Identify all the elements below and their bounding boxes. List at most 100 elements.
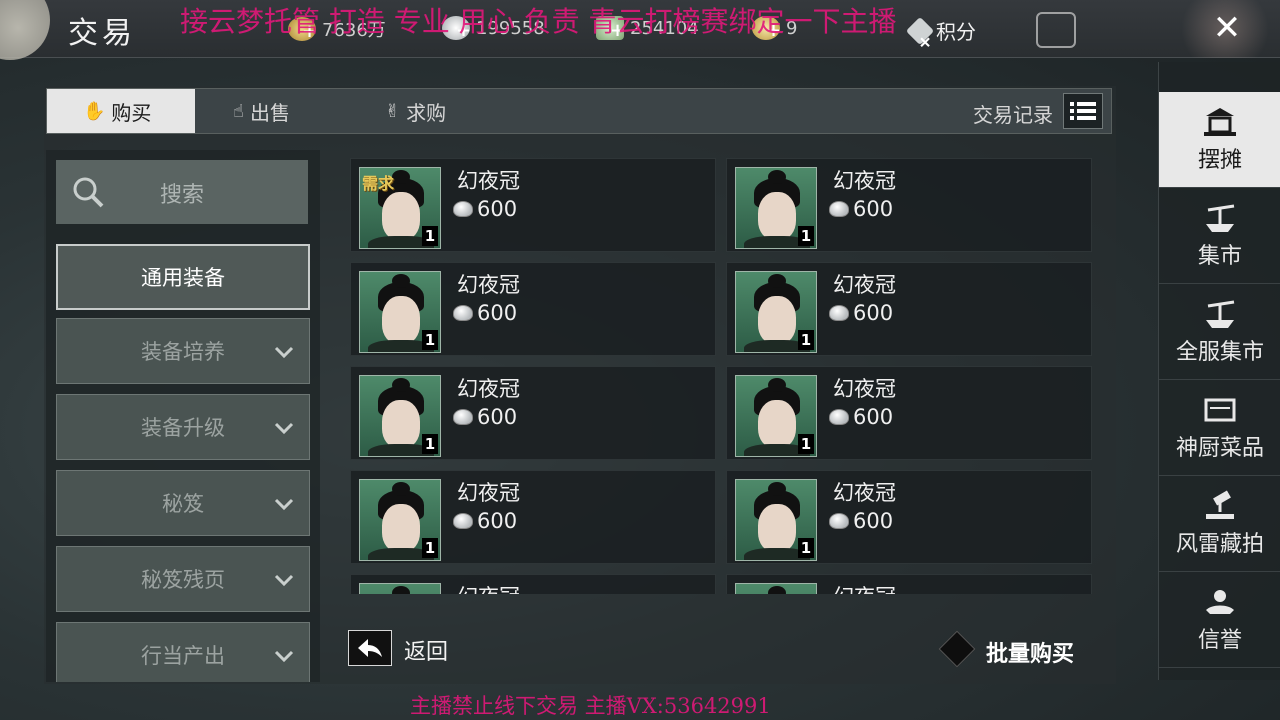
back-button[interactable] [348,630,392,666]
item-name: 幻夜冠 [833,377,896,401]
search-icon [73,177,104,208]
tab-buy-label: 购买 [111,100,152,125]
category-secret-manual[interactable]: 秘笈 [56,470,310,536]
hair-bun-shape [392,170,410,184]
item-card[interactable]: 需求 1 幻夜冠 600 [350,158,716,252]
item-card[interactable]: 1 幻夜冠 600 [350,470,716,564]
hair-bun-shape [392,274,410,288]
category-label: 装备升级 [141,416,225,440]
item-price: 600 [829,509,893,533]
tab-request[interactable]: ✌ 求购 [349,89,446,133]
category-manual-fragments[interactable]: 秘笈残页 [56,546,310,612]
gavel-icon [1206,490,1234,519]
chevron-down-icon [274,422,294,435]
item-price-value: 600 [477,197,518,221]
item-portrait: 1 [359,479,441,561]
category-equipment-upgrade[interactable]: 装备升级 [56,394,310,460]
nav-global-market-label: 全服集市 [1175,339,1264,365]
item-name: 幻夜冠 [833,169,896,193]
silver-ingot-icon [829,201,849,217]
item-card[interactable]: 1幻夜冠600 [726,262,1092,356]
nav-reputation-label: 信誉 [1197,627,1242,653]
silver-ingot-icon [829,409,849,425]
sell-hand-icon: ☝ [233,100,244,122]
item-name: 幻夜冠 [457,481,520,505]
hair-bun-shape [392,378,410,392]
face-shape [382,400,420,448]
nav-stall-label: 摆摊 [1197,147,1242,173]
item-price: 600 [453,301,517,325]
item-quantity: 1 [422,330,438,350]
item-card[interactable]: 1幻夜冠600 [726,574,1092,594]
category-label: 秘笈残页 [141,568,225,592]
back-label[interactable]: 返回 [404,634,448,666]
footer-banner: 主播禁止线下交易 主播VX:53642991 [410,694,771,718]
hair-bun-shape [768,586,786,594]
close-icon: ✕ [1212,8,1242,48]
hair-bun-shape [768,274,786,288]
category-general-equipment[interactable]: 通用装备 [56,244,310,310]
item-price-value: 600 [477,509,518,533]
item-quantity: 1 [798,434,814,454]
page-title: 交易 [68,16,136,51]
tab-buy[interactable]: ✋ 购买 [47,89,195,133]
chevron-down-icon [274,346,294,359]
tab-sell[interactable]: ☝ 出售 [197,89,290,133]
face-shape [758,400,796,448]
item-card[interactable]: 1幻夜冠600 [726,158,1092,252]
item-portrait: 1 [359,583,441,594]
item-price-value: 600 [477,301,518,325]
item-price-value: 600 [853,301,894,325]
category-label: 行当产出 [141,644,225,668]
nav-global-market[interactable]: 全服集市 [1159,284,1280,380]
category-label: 通用装备 [141,266,225,290]
category-label: 秘笈 [162,492,204,516]
item-card[interactable]: 1幻夜冠600 [726,366,1092,460]
item-card[interactable]: 1幻夜冠600 [726,470,1092,564]
face-shape [758,504,796,552]
silver-ingot-icon [453,513,473,529]
nav-chef-dishes[interactable]: 神厨菜品 [1159,380,1280,476]
chevron-down-icon [274,650,294,663]
item-price: 600 [829,301,893,325]
item-portrait: 1 [735,167,817,249]
item-card[interactable]: 1幻夜冠600 [350,262,716,356]
nav-market-label: 集市 [1197,243,1242,269]
search-label: 搜索 [160,183,205,208]
category-equipment-training[interactable]: 装备培养 [56,318,310,384]
hair-bun-shape [392,482,410,496]
nav-reputation[interactable]: 信誉 [1159,572,1280,668]
item-quantity: 1 [422,538,438,558]
item-card[interactable]: 1幻夜冠600 [350,574,716,594]
trade-record-link[interactable]: 交易记录 [973,99,1053,128]
item-portrait: 1 [735,479,817,561]
category-profession-output[interactable]: 行当产出 [56,622,310,682]
item-card[interactable]: 1 幻夜冠 600 [350,366,716,460]
item-quantity: 1 [798,226,814,246]
nav-stall[interactable]: 摆摊 [1159,92,1280,188]
item-portrait: 1 [359,375,441,457]
scroll-icon[interactable] [1036,12,1076,48]
demand-stamp: 需求 [362,174,395,193]
tab-request-label: 求购 [406,100,447,125]
search-button[interactable]: 搜索 [56,160,308,224]
close-button[interactable]: ✕ [1192,0,1262,56]
bulk-buy-button[interactable]: 批量购买 [986,636,1074,668]
item-price-value: 600 [853,509,894,533]
face-shape [382,192,420,240]
item-name: 幻夜冠 [833,581,896,594]
stall-icon [1204,107,1236,136]
item-name: 幻夜冠 [457,169,520,193]
nav-auction[interactable]: 风雷藏拍 [1159,476,1280,572]
nav-market[interactable]: 集市 [1159,188,1280,284]
item-price: 600 [453,405,517,429]
trade-record-button[interactable] [1063,93,1103,129]
dish-icon [1204,398,1236,421]
hair-bun-shape [768,170,786,184]
item-grid: 需求 1 幻夜冠 600 1 幻夜冠 600 1 幻夜冠 600 1 幻夜冠 600 1 幻夜冠 600 1 幻夜… [340,150,1112,594]
item-quantity: 1 [422,226,438,246]
scale-icon [1206,204,1235,232]
points-display[interactable]: 积分 [905,16,976,45]
item-name: 幻夜冠 [457,377,520,401]
item-quantity: 1 [798,330,814,350]
